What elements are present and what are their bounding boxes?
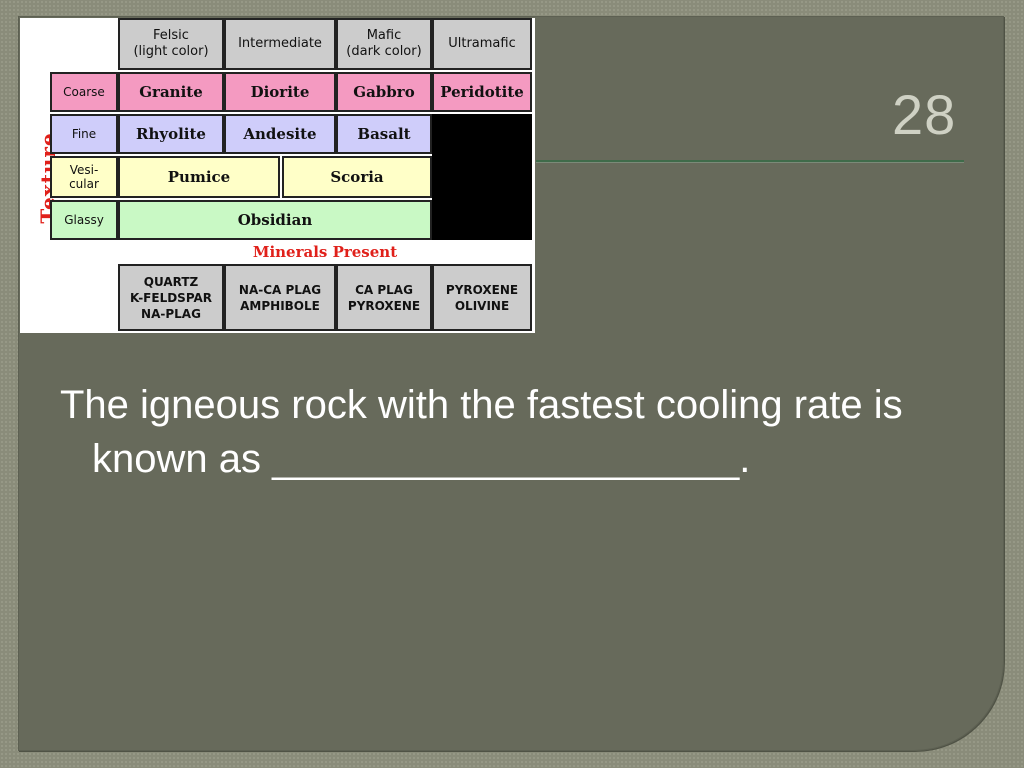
rock-basalt: Basalt	[336, 114, 432, 154]
rock-diorite: Diorite	[224, 72, 336, 112]
rock-andesite: Andesite	[224, 114, 336, 154]
column-header-intermediate: Intermediate	[224, 18, 336, 70]
column-header-felsic: Felsic (light color)	[118, 18, 224, 70]
rock-scoria: Scoria	[282, 156, 432, 198]
minerals-intermediate: NA-CA PLAG AMPHIBOLE	[224, 264, 336, 331]
minerals-ultramafic: PYROXENE OLIVINE	[432, 264, 532, 331]
title-divider	[536, 160, 964, 163]
rock-obsidian: Obsidian	[118, 200, 432, 240]
row-label-fine: Fine	[50, 114, 118, 154]
column-header-ultramafic: Ultramafic	[432, 18, 532, 70]
rock-rhyolite: Rhyolite	[118, 114, 224, 154]
rock-pumice: Pumice	[118, 156, 280, 198]
minerals-present-label: Minerals Present	[252, 243, 398, 261]
rock-peridotite: Peridotite	[432, 72, 532, 112]
ultramafic-empty-block	[432, 114, 532, 240]
question-text: The igneous rock with the fastest coolin…	[60, 383, 903, 481]
minerals-mafic: CA PLAG PYROXENE	[336, 264, 432, 331]
row-label-glassy: Glassy	[50, 200, 118, 240]
column-header-mafic: Mafic (dark color)	[336, 18, 432, 70]
row-label-coarse: Coarse	[50, 72, 118, 112]
rock-gabbro: Gabbro	[336, 72, 432, 112]
rock-granite: Granite	[118, 72, 224, 112]
minerals-felsic: QUARTZ K-FELDSPAR NA-PLAG	[118, 264, 224, 331]
slide-number: 28	[892, 83, 957, 146]
row-label-vesicular: Vesi- cular	[50, 156, 118, 198]
igneous-rock-chart: Felsic (light color) Intermediate Mafic …	[20, 18, 535, 333]
